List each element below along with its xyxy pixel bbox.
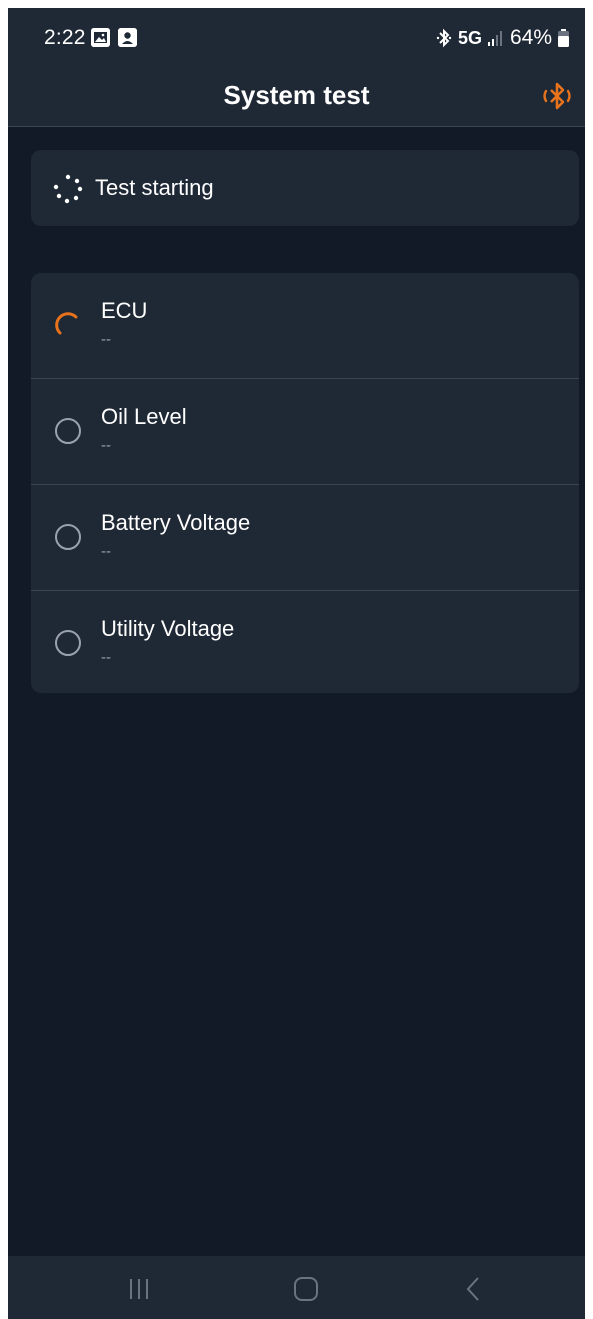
test-name: Battery Voltage	[101, 510, 251, 535]
empty-circle-icon	[55, 418, 81, 444]
network-type: 5G	[457, 27, 482, 48]
test-name: Oil Level	[101, 404, 187, 429]
back-icon	[466, 1277, 479, 1301]
system-nav-bar	[8, 1256, 585, 1319]
progress-arc-icon	[55, 312, 78, 335]
page-title: System test	[223, 80, 370, 110]
list-item: ECU --	[31, 273, 579, 379]
list-item: Oil Level --	[31, 379, 579, 485]
phone-screen: 2:22 5G 64% System test Test starting EC…	[8, 8, 585, 1319]
bluetooth-button[interactable]	[539, 78, 575, 114]
bluetooth-icon	[543, 82, 571, 110]
status-right-group: 5G 64%	[436, 26, 569, 50]
status-time: 2:22	[44, 26, 86, 49]
test-value: --	[101, 437, 111, 454]
test-value: --	[101, 649, 111, 666]
battery-icon	[558, 29, 569, 47]
recent-apps-icon	[130, 1279, 148, 1299]
test-list: ECU -- Oil Level -- Battery Voltage -- U…	[31, 273, 579, 693]
test-value: --	[101, 543, 111, 560]
test-status-text: Test starting	[95, 175, 214, 200]
home-button[interactable]	[291, 1274, 321, 1304]
empty-circle-icon	[55, 630, 81, 656]
gallery-icon	[91, 28, 110, 47]
empty-circle-icon	[55, 524, 81, 550]
home-icon	[294, 1277, 318, 1301]
app-bar: System test	[8, 66, 585, 127]
back-button[interactable]	[459, 1274, 489, 1304]
person-icon	[118, 28, 137, 47]
test-value: --	[101, 331, 111, 348]
test-status-card: Test starting	[31, 150, 579, 226]
recent-apps-button[interactable]	[124, 1274, 154, 1304]
list-item: Battery Voltage --	[31, 485, 579, 591]
status-bar: 2:22 5G 64%	[8, 8, 585, 66]
test-name: Utility Voltage	[101, 616, 235, 641]
spinner-icon	[53, 174, 83, 204]
battery-percent: 64%	[509, 26, 552, 49]
list-item: Utility Voltage --	[31, 591, 579, 693]
test-name: ECU	[101, 298, 148, 323]
signal-icon	[487, 31, 502, 46]
bluetooth-icon	[436, 28, 452, 48]
